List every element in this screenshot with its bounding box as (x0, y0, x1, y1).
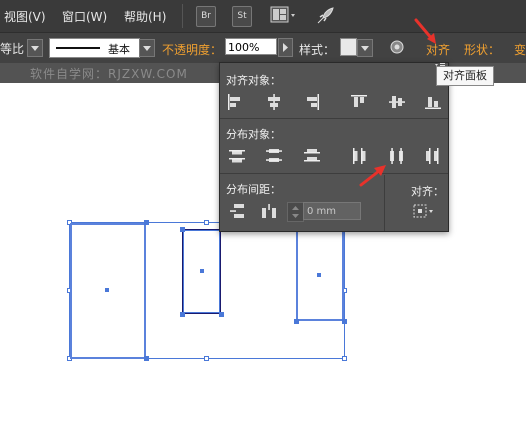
horizontal-distribute-right-icon[interactable] (424, 147, 442, 165)
stroke-dropdown[interactable] (139, 39, 155, 57)
vertical-distribute-center-icon[interactable] (265, 147, 283, 165)
align-panel-tooltip: 对齐面板 (436, 66, 494, 86)
menu-separator (182, 4, 183, 28)
stroke-profile-select[interactable]: 基本 (49, 38, 140, 58)
align-objects-title: 对齐对象： (226, 74, 281, 87)
ratio-label: 等比 (0, 42, 25, 56)
menu-help[interactable]: 帮助(H) (124, 8, 166, 25)
red-arrow-icon (414, 18, 440, 46)
watermark-text: 软件自学网：RJZXW.COM (30, 67, 188, 81)
bbox-handle-br[interactable] (342, 356, 347, 361)
rect-left-center-point (105, 288, 109, 292)
spacing-input[interactable]: 0 mm (303, 202, 361, 220)
bbox-handle-bm[interactable] (204, 356, 209, 361)
arrange-documents-icon[interactable] (270, 6, 298, 25)
opacity-input[interactable]: 100% (225, 38, 277, 55)
shape-link[interactable]: 形状： (464, 41, 500, 58)
rect-right-center-point (317, 273, 321, 277)
rect-right-anchor-bl[interactable] (294, 319, 299, 324)
recolor-icon[interactable] (390, 40, 404, 54)
red-arrow-icon-2 (358, 161, 388, 187)
ratio-dropdown[interactable] (27, 39, 43, 57)
rect-middle-anchor-tl[interactable] (180, 227, 185, 232)
opacity-label[interactable]: 不透明度： (162, 41, 222, 58)
vertical-align-bottom-icon[interactable] (424, 93, 442, 111)
vertical-distribute-space-icon[interactable] (228, 202, 246, 220)
panel-divider-2 (220, 173, 448, 174)
align-to-selection-dropdown[interactable] (412, 203, 438, 219)
transform-link[interactable]: 变 (514, 41, 526, 58)
style-swatch[interactable] (340, 38, 357, 56)
horizontal-distribute-space-icon[interactable] (260, 202, 278, 220)
rect-middle-anchor-br[interactable] (219, 312, 224, 317)
distribute-spacing-title: 分布间距： (226, 183, 281, 196)
control-bar: 等比 基本 不透明度： 100% 样式： 对齐 形状： 变 (0, 32, 526, 63)
rect-left-anchor-tr[interactable] (144, 220, 149, 225)
rocket-icon[interactable] (314, 5, 336, 27)
horizontal-align-right-icon[interactable] (303, 93, 321, 111)
horizontal-align-center-icon[interactable] (265, 93, 283, 111)
spacing-stepper[interactable] (287, 202, 304, 222)
stock-button[interactable]: St (232, 6, 252, 27)
stroke-profile-label: 基本 (108, 43, 130, 56)
vertical-distribute-bottom-icon[interactable] (303, 147, 321, 165)
opacity-slider-button[interactable] (278, 38, 293, 57)
style-label: 样式： (299, 43, 336, 57)
horizontal-distribute-center-icon[interactable] (388, 147, 406, 165)
rect-middle-center-point (200, 269, 204, 273)
panel-divider (220, 118, 448, 119)
vertical-align-center-icon[interactable] (388, 93, 406, 111)
bbox-handle-tm[interactable] (204, 220, 209, 225)
style-dropdown[interactable] (357, 39, 373, 57)
stroke-line-preview (56, 47, 100, 49)
menu-bar: 视图(V) 窗口(W) 帮助(H) Br St (0, 0, 526, 32)
menu-view[interactable]: 视图(V) (4, 8, 46, 25)
align-panel: 对齐对象： 分布对象： 分布间距： 对齐： 0 mm (219, 62, 449, 232)
vertical-distribute-top-icon[interactable] (228, 147, 246, 165)
distribute-objects-title: 分布对象： (226, 128, 281, 141)
rect-middle-anchor-bl[interactable] (180, 312, 185, 317)
rect-right-anchor-br[interactable] (342, 319, 347, 324)
bridge-button[interactable]: Br (196, 6, 216, 27)
vertical-align-top-icon[interactable] (350, 93, 368, 111)
horizontal-align-left-icon[interactable] (226, 93, 244, 111)
align-to-title: 对齐： (411, 185, 444, 198)
rect-left-anchor-br[interactable] (144, 356, 149, 361)
menu-window[interactable]: 窗口(W) (62, 8, 107, 25)
